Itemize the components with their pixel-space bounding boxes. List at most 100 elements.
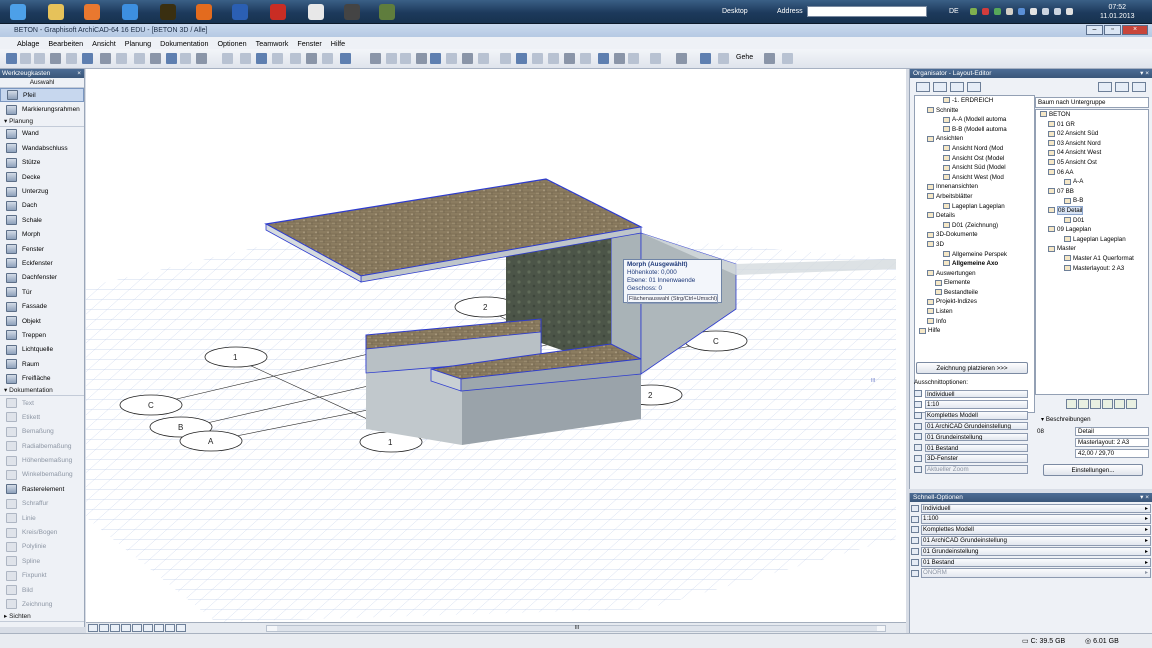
tool-wand[interactable]: Wand — [0, 127, 84, 141]
menu-bearbeiten[interactable]: Bearbeiten — [47, 39, 84, 48]
toolbar-tool-37-icon[interactable] — [628, 53, 639, 64]
quick-option-select[interactable]: Komplettes Modell — [911, 525, 1151, 536]
tool-bild[interactable]: Bild — [0, 583, 84, 597]
toolbar-tool-38-icon[interactable] — [650, 53, 661, 64]
description-row[interactable]: Masterlayout: 2 A3 — [1035, 437, 1149, 447]
tool-icon[interactable] — [338, 1, 366, 23]
tree-item[interactable]: 05 Ansicht Ost — [1036, 158, 1148, 168]
tree-item[interactable]: A-A (Modell automa — [915, 115, 1034, 125]
link-icon[interactable] — [1132, 82, 1146, 92]
new-master-icon[interactable] — [1078, 399, 1089, 409]
firefox-icon[interactable] — [190, 1, 218, 23]
tree-item[interactable]: 07 BB — [1036, 187, 1148, 197]
toolbar-tool-31-icon[interactable] — [532, 53, 543, 64]
zoom-out-icon[interactable] — [99, 624, 109, 632]
tree-grouping-select[interactable]: Baum nach Untergruppe — [1035, 97, 1149, 108]
toolbar-tool-8-icon[interactable] — [134, 53, 145, 64]
tool-höhenbemaßung[interactable]: Höhenbemaßung — [0, 453, 84, 467]
internet-explorer-icon[interactable] — [116, 1, 144, 23]
toolbar-tool-13-icon[interactable] — [222, 53, 233, 64]
horizontal-scrollbar[interactable]: III — [266, 625, 886, 632]
toolbar-tool-11-icon[interactable] — [180, 53, 191, 64]
quick-option-select[interactable]: 01 ArchiCAD Grundeinstellung — [911, 535, 1151, 546]
tool-morph[interactable]: Morph — [0, 228, 84, 242]
toolbar-tool-33-icon[interactable] — [564, 53, 575, 64]
3d-model-canvas[interactable]: 12CBAABC12 III — [86, 69, 906, 622]
toolbar-tool-40-icon[interactable] — [700, 53, 711, 64]
explorer-icon[interactable] — [4, 1, 32, 23]
delete-icon[interactable] — [1126, 399, 1137, 409]
new-layout-icon[interactable] — [1066, 399, 1077, 409]
toolbar-tool-22-icon[interactable] — [386, 53, 397, 64]
tool-polylinie[interactable]: Polylinie — [0, 540, 84, 554]
tool-raum[interactable]: Raum — [0, 357, 84, 371]
tree-item[interactable]: Auswertungen — [915, 269, 1034, 279]
scrollbar-thumb[interactable]: III — [277, 626, 877, 631]
artlantis-icon[interactable] — [373, 1, 401, 23]
publisher-icon[interactable] — [967, 82, 981, 92]
tree-item[interactable]: BETON — [1036, 110, 1148, 120]
toolbar-tool-41-icon[interactable] — [718, 53, 729, 64]
toolbar-tool-32-icon[interactable] — [548, 53, 559, 64]
cut-option-select[interactable]: 01 Grundeinstellung — [914, 432, 1028, 442]
tree-item[interactable]: 01 GR — [1036, 120, 1148, 130]
tree-item[interactable]: Allgemeine Perspek — [915, 250, 1034, 260]
tree-item[interactable]: Lageplan Lageplan — [915, 202, 1034, 212]
tool-zeichnung[interactable]: Zeichnung — [0, 597, 84, 611]
description-row[interactable]: 08 Detail — [1035, 426, 1149, 436]
tree-item[interactable]: -1. ERDREICH — [915, 96, 1034, 106]
minimize-button[interactable]: – — [1086, 25, 1103, 35]
settings-button[interactable]: Einstellungen... — [1043, 464, 1143, 476]
pan-icon[interactable] — [143, 624, 153, 632]
tree-item[interactable]: Master — [1036, 244, 1148, 254]
toolbar-tool-19-icon[interactable] — [322, 53, 333, 64]
cut-option-select[interactable]: 01 ArchiCAD Grundeinstellung — [914, 421, 1028, 431]
tree-item[interactable]: D01 — [1036, 216, 1148, 226]
toolbar-tool-34-icon[interactable] — [580, 53, 591, 64]
tree-item[interactable]: Ansichten — [915, 134, 1034, 144]
acrobat-icon[interactable] — [264, 1, 292, 23]
menu-planung[interactable]: Planung — [124, 39, 152, 48]
tool-fassade[interactable]: Fassade — [0, 299, 84, 313]
quick-option-select[interactable]: 01 Bestand — [911, 557, 1151, 568]
tree-item[interactable]: 06 AA — [1036, 168, 1148, 178]
tree-item[interactable]: Allgemeine Axo — [915, 259, 1034, 269]
toolbar-tool-2-icon[interactable] — [34, 53, 45, 64]
toolbar-tool-12-icon[interactable] — [196, 53, 207, 64]
tree-item[interactable]: Lageplan Lageplan — [1036, 235, 1148, 245]
tool-bemaßung[interactable]: Bemaßung — [0, 425, 84, 439]
toolbar-tool-20-icon[interactable] — [340, 53, 351, 64]
tree-item[interactable]: B-B (Modell automa — [915, 125, 1034, 135]
quick-option-select[interactable]: 01 Grundeinstellung — [911, 546, 1151, 557]
tool-tür[interactable]: Tür — [0, 285, 84, 299]
word-icon[interactable] — [226, 1, 254, 23]
tree-item[interactable]: Ansicht Nord (Mod — [915, 144, 1034, 154]
tool-text[interactable]: Text — [0, 396, 84, 410]
new-subset-icon[interactable] — [1090, 399, 1101, 409]
toolbox-section-sichten[interactable]: ▸ Sichten — [0, 612, 84, 622]
tool-eckfenster[interactable]: Eckfenster — [0, 256, 84, 270]
close-icon[interactable]: ▾ × — [1140, 69, 1149, 78]
toolbar-tool-16-icon[interactable] — [272, 53, 283, 64]
tool-schraffur[interactable]: Schraffur — [0, 497, 84, 511]
tray-flag-icon[interactable] — [1066, 8, 1073, 15]
tool-lichtquelle[interactable]: Lichtquelle — [0, 343, 84, 357]
tree-item[interactable]: Ansicht Süd (Model — [915, 163, 1034, 173]
toolbar-tool-4-icon[interactable] — [66, 53, 77, 64]
place-drawing-button[interactable]: Zeichnung platzieren >>> — [916, 362, 1028, 374]
add-icon[interactable] — [1114, 399, 1125, 409]
tree-item[interactable]: Masterlayout: 2 A3 — [1036, 264, 1148, 274]
toolbar-tool-10-icon[interactable] — [166, 53, 177, 64]
tree-item[interactable]: Details — [915, 211, 1034, 221]
menu-optionen[interactable]: Optionen — [216, 39, 247, 48]
toolbar-tool-1-icon[interactable] — [20, 53, 31, 64]
toolbar-tool-27-icon[interactable] — [462, 53, 473, 64]
tree-item[interactable]: 09 Lageplan — [1036, 225, 1148, 235]
tray-security-icon[interactable] — [982, 8, 989, 15]
tree-item[interactable]: 08 Detail — [1036, 205, 1148, 216]
tree-item[interactable]: 3D-Dokumente — [915, 230, 1034, 240]
toolbar-tool-30-icon[interactable] — [516, 53, 527, 64]
menu-fenster[interactable]: Fenster — [296, 39, 322, 48]
settings-icon[interactable] — [1102, 399, 1113, 409]
cut-option-select[interactable]: Komplettes Modell — [914, 411, 1028, 421]
